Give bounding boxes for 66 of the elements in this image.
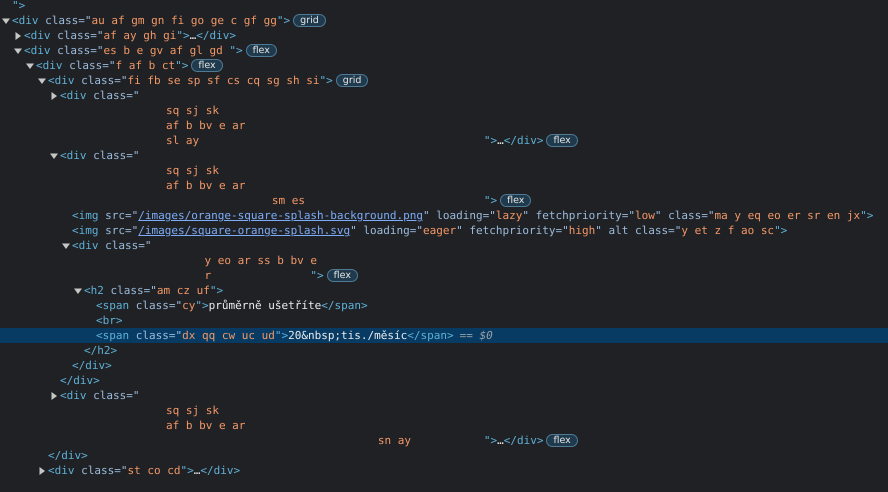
layout-badge[interactable]: flex <box>500 194 532 207</box>
code-line: sq sj sk <box>164 163 220 178</box>
code-line: <div class=" <box>60 388 140 403</box>
code-line: sm es "> <box>270 193 498 208</box>
console-reference: == $0 <box>460 328 493 343</box>
dom-tree-row[interactable]: <div class=" sq sj sk af b bv e ar sm es "> flex <box>0 148 888 208</box>
dom-tree-row[interactable]: <div class=" sq sj sk af b bv e ar sn ay ">…</div> flex <box>0 388 888 448</box>
dom-tree-row[interactable]: <div class="f af b ct"> flex <box>0 58 888 73</box>
collapsed-triangle-icon[interactable] <box>14 32 22 40</box>
code-line: sl ay ">…</div> <box>164 133 544 148</box>
code-line: "> <box>12 0 26 13</box>
code-line: sq sj sk <box>164 403 220 418</box>
code-line: <br> <box>96 313 122 328</box>
dom-tree-row[interactable]: <div class="es b e gv af gl gd "> flex <box>0 43 888 58</box>
collapsed-triangle-icon[interactable] <box>38 466 46 474</box>
code-line: sq sj sk <box>164 103 220 118</box>
code-line: <span class="cy">průměrně ušetříte</span> <box>96 298 368 313</box>
code-line: <div class="st co cd">…</div> <box>48 463 240 478</box>
dom-tree-row[interactable]: <h2 class="am cz uf"> <box>0 283 888 298</box>
code-line: <div class="f af b ct"> <box>36 58 188 73</box>
dom-tree-row[interactable]: <div class=" sq sj sk af b bv e ar sl ay ">…</div> flex <box>0 88 888 148</box>
code-line: <div class="fi fb se sp sf cs cq sg sh si"> <box>48 73 333 88</box>
expanded-triangle-icon[interactable] <box>38 76 46 84</box>
code-line: </div> <box>72 358 112 373</box>
code-line: <div class=" <box>72 238 152 253</box>
code-line: <div class="es b e gv af gl gd "> <box>24 43 243 58</box>
code-line: <div class="af ay gh gi">…</div> <box>24 28 236 43</box>
collapsed-triangle-icon[interactable] <box>50 392 58 400</box>
dom-tree-row[interactable]: <div class=" y eo ar ss b bv e r "> flex <box>0 238 888 283</box>
layout-badge[interactable]: flex <box>546 434 578 447</box>
code-line: <h2 class="am cz uf"> <box>84 283 224 298</box>
expanded-triangle-icon[interactable] <box>14 46 22 54</box>
dom-tree-row[interactable]: <img src="/images/square-orange-splash.svg" loading="eager" fetchpriority="high" alt class="y et z f ao sc"> <box>0 223 888 238</box>
code-line: af b bv e ar <box>164 118 246 133</box>
code-line: </div> <box>60 373 100 388</box>
collapsed-triangle-icon[interactable] <box>50 92 58 100</box>
code-line: af b bv e ar <box>164 418 246 433</box>
expanded-triangle-icon[interactable] <box>2 16 10 24</box>
dom-tree-row[interactable]: <span class="cy">průměrně ušetříte</span> <box>0 298 888 313</box>
layout-badge[interactable]: flex <box>246 44 277 57</box>
code-line: </div> <box>48 448 88 463</box>
layout-badge[interactable]: grid <box>293 14 326 27</box>
layout-badge[interactable]: flex <box>546 134 578 147</box>
dom-tree-row[interactable]: <div class="st co cd">…</div> <box>0 463 888 478</box>
dom-tree-row[interactable]: <span class="dx qq cw uc ud">20&nbsp;tis./měsíc</span> == $0 <box>0 328 888 343</box>
code-line: r "> <box>203 268 324 283</box>
dom-tree-row[interactable]: <br> <box>0 313 888 328</box>
expanded-triangle-icon[interactable] <box>74 286 82 294</box>
code-line: sn ay ">…</div> <box>376 433 544 448</box>
layout-badge[interactable]: flex <box>191 59 223 72</box>
layout-badge[interactable]: grid <box>336 74 368 87</box>
code-line: <div class="au af gm gn fi go ge c gf gg"> <box>12 13 290 28</box>
code-line: y eo ar ss b bv e <box>203 253 318 268</box>
code-line: af b bv e ar <box>164 178 246 193</box>
dom-tree-row[interactable]: <div class="af ay gh gi">…</div> <box>0 28 888 43</box>
code-line: </h2> <box>84 343 118 358</box>
dom-tree-row[interactable]: <div class="fi fb se sp sf cs cq sg sh si"> grid <box>0 73 888 88</box>
expanded-triangle-icon[interactable] <box>62 242 70 250</box>
code-line: <span class="dx qq cw uc ud">20&nbsp;tis./měsíc</span> <box>96 328 454 343</box>
code-line: <div class=" <box>60 148 140 163</box>
code-line: <img src="/images/square-orange-splash.svg" loading="eager" fetchpriority="high" alt class="y et z f ao sc"> <box>72 223 788 238</box>
expanded-triangle-icon[interactable] <box>50 152 58 160</box>
layout-badge[interactable]: flex <box>326 269 358 282</box>
dom-tree-row[interactable]: <div class="au af gm gn fi go ge c gf gg"> grid <box>0 13 888 28</box>
expanded-triangle-icon[interactable] <box>26 62 34 70</box>
code-line: <div class=" <box>60 88 140 103</box>
